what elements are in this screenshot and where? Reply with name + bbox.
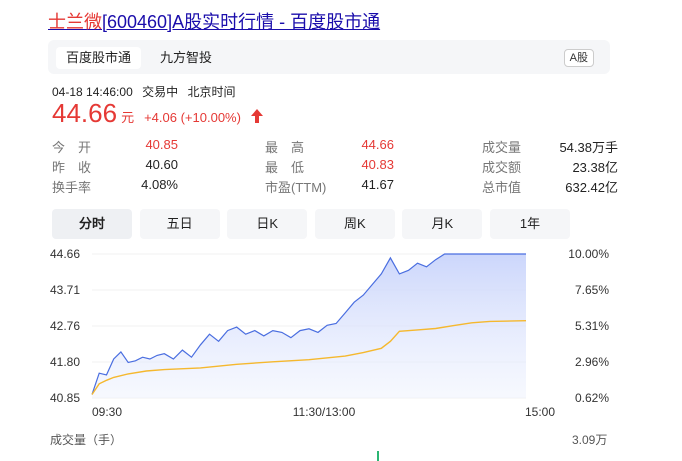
stat-value: 40.83 [361, 157, 394, 172]
trading-status: 交易中 [142, 85, 179, 99]
y-pct-label: 0.62% [575, 391, 609, 405]
up-arrow-icon [251, 109, 264, 123]
stat-value: 54.38万手 [559, 140, 618, 155]
stat-label: 换手率 [52, 180, 92, 195]
price-line: 44.66 元 +4.06 (+10.00%) [52, 98, 264, 128]
period-tab[interactable]: 月K [402, 209, 483, 239]
y-tick-label: 43.71 [50, 283, 80, 297]
period-tabs: 分时 五日 日K 周K 月K 1年 [52, 209, 570, 239]
page-title[interactable]: 士兰微[600460]A股实时行情 - 百度股市通 [48, 8, 380, 34]
period-tab[interactable]: 分时 [52, 209, 132, 239]
period-tab[interactable]: 五日 [139, 209, 220, 239]
y-tick-label: 42.76 [50, 319, 80, 333]
stat-label: 昨 收 [52, 160, 92, 175]
quote-time: 04-18 14:46:00 [52, 85, 133, 99]
stats-row: 今 开 40.85 最 高 44.66 成交量 54.38万手 [52, 137, 618, 155]
price-unit: 元 [121, 110, 135, 125]
stat-label: 今 开 [52, 140, 92, 155]
y-pct-label: 10.00% [568, 247, 609, 261]
current-price: 44.66 [52, 98, 118, 128]
x-tick-label: 09:30 [92, 405, 122, 419]
stat-value: 44.66 [361, 137, 394, 152]
source-tabs: 百度股市通 九方智投 A股 [48, 40, 610, 74]
y-pct-label: 7.65% [575, 283, 609, 297]
period-tab[interactable]: 日K [227, 209, 308, 239]
tab-baidu-stock[interactable]: 百度股市通 [56, 47, 142, 69]
stat-label: 成交量 [482, 140, 522, 155]
stat-label: 最 高 [265, 140, 305, 155]
x-tick-label: 11:30/13:00 [293, 405, 356, 419]
stat-value: 4.08% [141, 177, 178, 192]
y-tick-label: 40.85 [50, 391, 80, 405]
stat-label: 成交额 [482, 160, 522, 175]
stat-value: 632.42亿 [565, 180, 618, 195]
stat-value: 40.85 [145, 137, 178, 152]
market-badge: A股 [563, 49, 594, 67]
title-rest[interactable]: [600460]A股实时行情 - 百度股市通 [102, 12, 380, 32]
stat-value: 23.38亿 [572, 160, 618, 175]
tab-jiufang[interactable]: 九方智投 [150, 47, 222, 69]
volume-max: 3.09万 [572, 433, 608, 447]
timezone-label: 北京时间 [187, 85, 236, 99]
intraday-chart[interactable]: 44.66 43.71 42.76 41.80 40.85 10.00% 7.65% 5.31… [0, 240, 682, 461]
y-tick-label: 41.80 [50, 355, 80, 369]
volume-label: 成交量（手） [50, 433, 123, 447]
y-pct-label: 5.31% [575, 319, 609, 333]
stats-row: 昨 收 40.60 最 低 40.83 成交额 23.38亿 [52, 157, 618, 175]
stat-value: 40.60 [145, 157, 178, 172]
stat-value: 41.67 [361, 177, 394, 192]
stat-label: 总市值 [482, 180, 522, 195]
x-tick-label: 15:00 [525, 405, 555, 419]
price-change: +4.06 (+10.00%) [144, 110, 241, 125]
period-tab[interactable]: 周K [314, 209, 395, 239]
stat-label: 市盈(TTM) [265, 180, 327, 195]
stats-row: 换手率 4.08% 市盈(TTM) 41.67 总市值 632.42亿 [52, 177, 618, 195]
stock-name[interactable]: 士兰微 [48, 12, 102, 32]
period-tab[interactable]: 1年 [490, 209, 570, 239]
stat-label: 最 低 [265, 160, 305, 175]
y-tick-label: 44.66 [50, 247, 80, 261]
y-pct-label: 2.96% [575, 355, 609, 369]
